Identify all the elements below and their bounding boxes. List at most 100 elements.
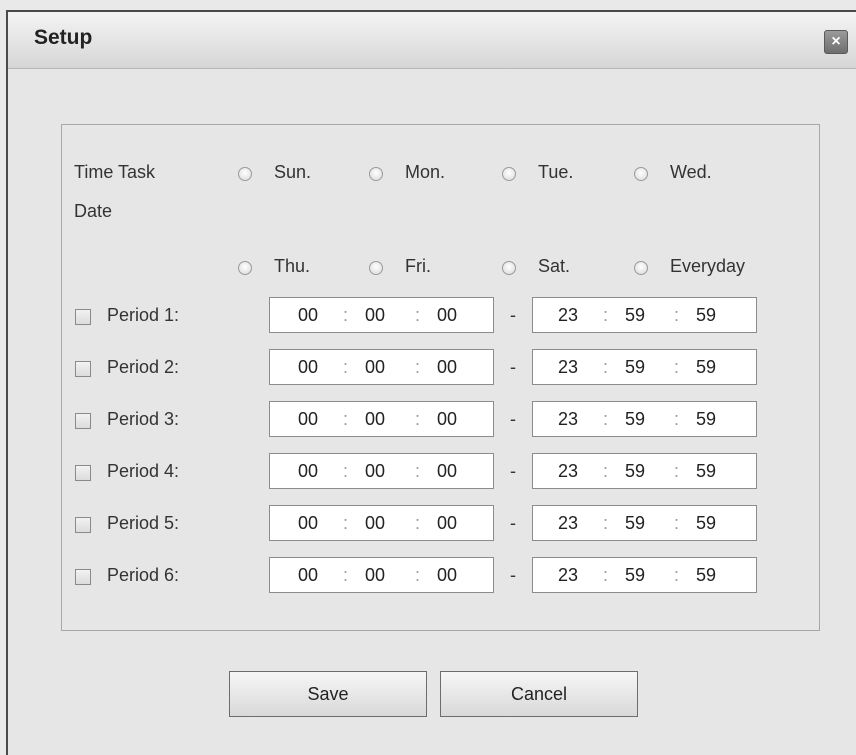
start-second[interactable]: 00 [437,461,457,482]
end-second[interactable]: 59 [696,409,716,430]
period-2-end-time[interactable]: 23 : 59 : 59 [532,349,757,385]
period-5-end-time[interactable]: 23 : 59 : 59 [532,505,757,541]
period-6-checkbox[interactable] [75,569,91,585]
radio-wed[interactable] [634,167,648,181]
start-second[interactable]: 00 [437,357,457,378]
start-hour[interactable]: 00 [298,305,318,326]
period-1-checkbox[interactable] [75,309,91,325]
end-second[interactable]: 59 [696,513,716,534]
time-separator: : [343,461,349,481]
end-minute[interactable]: 59 [625,513,645,534]
period-3-start-time[interactable]: 00 : 00 : 00 [269,401,494,437]
time-separator: : [674,357,680,377]
start-minute[interactable]: 00 [365,409,385,430]
time-separator: : [343,513,349,533]
period-6-label: Period 6: [107,565,180,585]
start-minute[interactable]: 00 [365,565,385,586]
range-dash: - [510,513,516,533]
start-hour[interactable]: 00 [298,565,318,586]
radio-sat[interactable] [502,261,516,275]
period-4-start-time[interactable]: 00 : 00 : 00 [269,453,494,489]
end-second[interactable]: 59 [696,305,716,326]
dialog-titlebar: Setup × [8,12,856,69]
time-separator: : [603,565,609,585]
day-label: Thu. [274,256,311,276]
day-label: Sun. [274,162,312,182]
radio-everyday[interactable] [634,261,648,275]
end-hour[interactable]: 23 [558,409,578,430]
range-dash: - [510,409,516,429]
start-minute[interactable]: 00 [365,513,385,534]
start-minute[interactable]: 00 [365,461,385,482]
date-label: Date [74,201,113,221]
start-hour[interactable]: 00 [298,357,318,378]
time-separator: : [674,409,680,429]
time-separator: : [343,305,349,325]
start-hour[interactable]: 00 [298,513,318,534]
time-separator: : [603,357,609,377]
period-3-checkbox[interactable] [75,413,91,429]
close-icon[interactable]: × [824,30,848,54]
start-minute[interactable]: 00 [365,357,385,378]
radio-tue[interactable] [502,167,516,181]
period-2-start-time[interactable]: 00 : 00 : 00 [269,349,494,385]
day-label: Fri. [405,256,431,276]
end-second[interactable]: 59 [696,461,716,482]
end-minute[interactable]: 59 [625,305,645,326]
range-dash: - [510,357,516,377]
setup-dialog: Setup × Time Task Date Sun. Mon. Tue. We… [6,10,856,755]
period-3-label: Period 3: [107,409,180,429]
period-2-checkbox[interactable] [75,361,91,377]
radio-mon[interactable] [369,167,383,181]
time-separator: : [674,565,680,585]
time-separator: : [415,357,421,377]
end-minute[interactable]: 59 [625,565,645,586]
cancel-button[interactable]: Cancel [440,671,638,717]
end-hour[interactable]: 23 [558,305,578,326]
period-1-end-time[interactable]: 23 : 59 : 59 [532,297,757,333]
end-minute[interactable]: 59 [625,461,645,482]
period-6-start-time[interactable]: 00 : 00 : 00 [269,557,494,593]
save-button[interactable]: Save [229,671,427,717]
end-minute[interactable]: 59 [625,357,645,378]
period-1-start-time[interactable]: 00 : 00 : 00 [269,297,494,333]
schedule-panel: Time Task Date Sun. Mon. Tue. Wed. Thu. … [61,124,820,631]
start-second[interactable]: 00 [437,409,457,430]
time-separator: : [603,409,609,429]
period-6-end-time[interactable]: 23 : 59 : 59 [532,557,757,593]
time-separator: : [603,305,609,325]
period-4-end-time[interactable]: 23 : 59 : 59 [532,453,757,489]
range-dash: - [510,565,516,585]
period-5-start-time[interactable]: 00 : 00 : 00 [269,505,494,541]
period-3-end-time[interactable]: 23 : 59 : 59 [532,401,757,437]
end-minute[interactable]: 59 [625,409,645,430]
range-dash: - [510,461,516,481]
period-4-checkbox[interactable] [75,465,91,481]
end-second[interactable]: 59 [696,565,716,586]
time-task-label: Time Task [74,162,156,182]
time-separator: : [415,565,421,585]
start-second[interactable]: 00 [437,513,457,534]
start-hour[interactable]: 00 [298,409,318,430]
radio-thu[interactable] [238,261,252,275]
radio-fri[interactable] [369,261,383,275]
start-second[interactable]: 00 [437,565,457,586]
period-5-checkbox[interactable] [75,517,91,533]
end-hour[interactable]: 23 [558,565,578,586]
period-4-label: Period 4: [107,461,180,481]
day-label: Everyday [670,256,746,276]
end-second[interactable]: 59 [696,357,716,378]
end-hour[interactable]: 23 [558,513,578,534]
end-hour[interactable]: 23 [558,357,578,378]
time-separator: : [674,305,680,325]
radio-sun[interactable] [238,167,252,181]
time-separator: : [603,461,609,481]
start-hour[interactable]: 00 [298,461,318,482]
dialog-title: Setup [34,26,93,49]
period-1-label: Period 1: [107,305,180,325]
end-hour[interactable]: 23 [558,461,578,482]
start-minute[interactable]: 00 [365,305,385,326]
start-second[interactable]: 00 [437,305,457,326]
time-separator: : [674,513,680,533]
period-2-label: Period 2: [107,357,180,377]
